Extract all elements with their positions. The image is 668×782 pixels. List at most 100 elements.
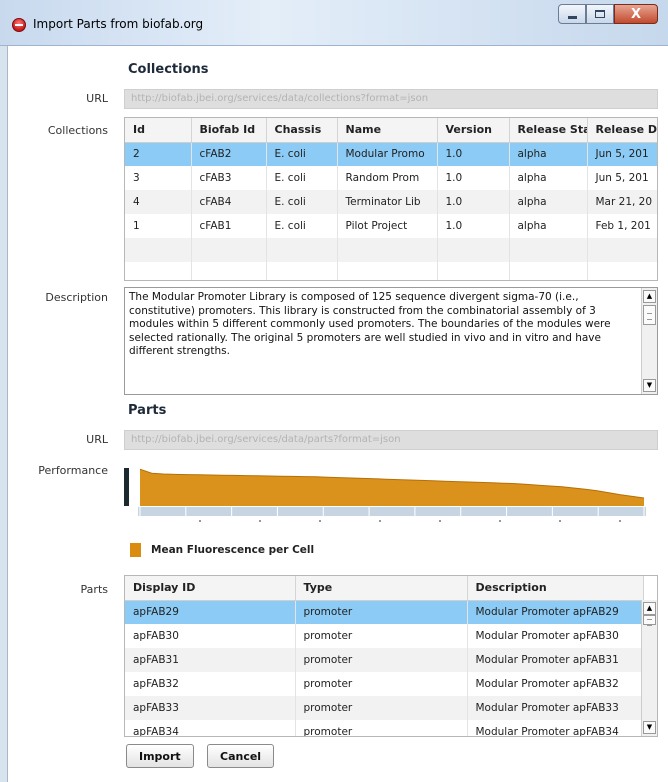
col-header-release-date[interactable]: Release D <box>587 118 657 143</box>
collections-header-row: Id Biofab Id Chassis Name Version Releas… <box>125 118 657 143</box>
maximize-button[interactable] <box>586 4 614 24</box>
scroll-up-icon[interactable]: ▲ <box>643 602 656 615</box>
table-row[interactable]: apFAB33 promoter Modular Promoter apFAB3… <box>125 696 644 720</box>
cell-display-id: apFAB32 <box>125 672 296 696</box>
cell-name: Terminator Lib <box>337 190 438 214</box>
collections-url-label: URL <box>86 92 108 105</box>
cell-description: Modular Promoter apFAB33 <box>467 696 644 720</box>
collections-heading: Collections <box>128 62 209 77</box>
cell-description: Modular Promoter apFAB29 <box>467 600 644 624</box>
scroll-down-icon[interactable]: ▼ <box>643 721 656 734</box>
description-text: The Modular Promoter Library is composed… <box>129 291 611 357</box>
cell-description: Modular Promoter apFAB30 <box>467 624 644 648</box>
collections-table[interactable]: Id Biofab Id Chassis Name Version Releas… <box>124 117 658 281</box>
table-row[interactable]: apFAB29 promoter Modular Promoter apFAB2… <box>125 600 644 624</box>
scroll-up-icon[interactable]: ▲ <box>643 290 656 303</box>
y-axis-marker <box>124 468 129 506</box>
parts-table-label: Parts <box>80 583 108 596</box>
legend-swatch <box>130 543 141 557</box>
legend-label: Mean Fluorescence per Cell <box>151 544 315 556</box>
cell-version: 1.0 <box>437 142 510 166</box>
col-header-version[interactable]: Version <box>437 118 510 143</box>
table-row[interactable]: apFAB32 promoter Modular Promoter apFAB3… <box>125 672 644 696</box>
cell-chassis: E. coli <box>266 142 338 166</box>
cell-id: 3 <box>125 166 192 190</box>
table-row[interactable]: apFAB34 promoter Modular Promoter apFAB3… <box>125 720 644 736</box>
cell-type: promoter <box>295 696 468 720</box>
cell-name: Pilot Project <box>337 214 438 238</box>
performance-chart[interactable] <box>124 438 658 538</box>
cell-release-date: Jun 5, 201 <box>587 166 657 190</box>
cell-type: promoter <box>295 720 468 736</box>
cell-biofab-id: cFAB2 <box>191 142 267 166</box>
maximize-icon <box>595 10 605 18</box>
collections-table-label: Collections <box>47 124 108 137</box>
col-header-name[interactable]: Name <box>337 118 438 143</box>
cell-release-date: Feb 1, 201 <box>587 214 657 238</box>
table-row[interactable]: 3 cFAB3 E. coli Random Prom 1.0 alpha Ju… <box>125 166 657 190</box>
minimize-button[interactable] <box>558 4 586 24</box>
description-label: Description <box>45 291 108 304</box>
cell-version: 1.0 <box>437 166 510 190</box>
collections-url-field[interactable]: http://biofab.jbei.org/services/data/col… <box>124 89 658 109</box>
scroll-thumb[interactable] <box>643 615 656 627</box>
app-icon <box>12 18 26 32</box>
cell-type: promoter <box>295 624 468 648</box>
scroll-down-icon[interactable]: ▼ <box>643 379 656 392</box>
cell-display-id: apFAB31 <box>125 648 296 672</box>
table-row[interactable]: apFAB30 promoter Modular Promoter apFAB3… <box>125 624 644 648</box>
col-header-type[interactable]: Type <box>295 576 468 601</box>
cell-release-date: Jun 5, 201 <box>587 142 657 166</box>
cell-release-status: alpha <box>509 142 588 166</box>
col-header-release-status[interactable]: Release Sta <box>509 118 588 143</box>
close-button[interactable]: X <box>614 4 658 24</box>
cell-type: promoter <box>295 600 468 624</box>
cell-release-status: alpha <box>509 166 588 190</box>
description-scrollbar[interactable]: ▲ ▼ <box>641 288 657 394</box>
window-title: Import Parts from biofab.org <box>33 17 204 31</box>
cell-display-id: apFAB34 <box>125 720 296 736</box>
cell-biofab-id: cFAB4 <box>191 190 267 214</box>
parts-heading: Parts <box>128 403 167 418</box>
col-header-chassis[interactable]: Chassis <box>266 118 338 143</box>
col-header-description[interactable]: Description <box>467 576 644 601</box>
cell-name: Random Prom <box>337 166 438 190</box>
table-row[interactable]: 4 cFAB4 E. coli Terminator Lib 1.0 alpha… <box>125 190 657 214</box>
col-header-id[interactable]: Id <box>125 118 192 143</box>
col-header-biofab-id[interactable]: Biofab Id <box>191 118 267 143</box>
empty-row <box>125 238 657 262</box>
cell-description: Modular Promoter apFAB32 <box>467 672 644 696</box>
cell-display-id: apFAB29 <box>125 600 296 624</box>
parts-url-label: URL <box>86 433 108 446</box>
cell-chassis: E. coli <box>266 166 338 190</box>
table-row[interactable]: apFAB31 promoter Modular Promoter apFAB3… <box>125 648 644 672</box>
table-row[interactable]: 2 cFAB2 E. coli Modular Promo 1.0 alpha … <box>125 142 657 166</box>
import-button[interactable]: Import <box>126 744 194 768</box>
cell-type: promoter <box>295 672 468 696</box>
cancel-button[interactable]: Cancel <box>207 744 275 768</box>
cell-chassis: E. coli <box>266 214 338 238</box>
parts-scrollbar[interactable]: ▲ ▼ <box>641 600 657 736</box>
title-bar: Import Parts from biofab.org X <box>0 0 668 46</box>
cell-release-date: Mar 21, 20 <box>587 190 657 214</box>
table-row[interactable]: 1 cFAB1 E. coli Pilot Project 1.0 alpha … <box>125 214 657 238</box>
cell-description: Modular Promoter apFAB34 <box>467 720 644 736</box>
empty-row <box>125 262 657 280</box>
description-textarea[interactable]: The Modular Promoter Library is composed… <box>124 287 658 395</box>
performance-label: Performance <box>38 464 108 477</box>
cell-display-id: apFAB30 <box>125 624 296 648</box>
col-header-display-id[interactable]: Display ID <box>125 576 296 601</box>
parts-table[interactable]: Display ID Type Description apFAB29 prom… <box>124 575 658 737</box>
cell-biofab-id: cFAB1 <box>191 214 267 238</box>
cell-id: 4 <box>125 190 192 214</box>
window-frame-edge <box>0 46 8 782</box>
cell-display-id: apFAB33 <box>125 696 296 720</box>
cell-biofab-id: cFAB3 <box>191 166 267 190</box>
cell-release-status: alpha <box>509 190 588 214</box>
cell-release-status: alpha <box>509 214 588 238</box>
cell-type: promoter <box>295 648 468 672</box>
close-icon: X <box>630 6 642 22</box>
window-controls: X <box>558 4 658 24</box>
cell-description: Modular Promoter apFAB31 <box>467 648 644 672</box>
scroll-thumb[interactable] <box>643 305 656 325</box>
